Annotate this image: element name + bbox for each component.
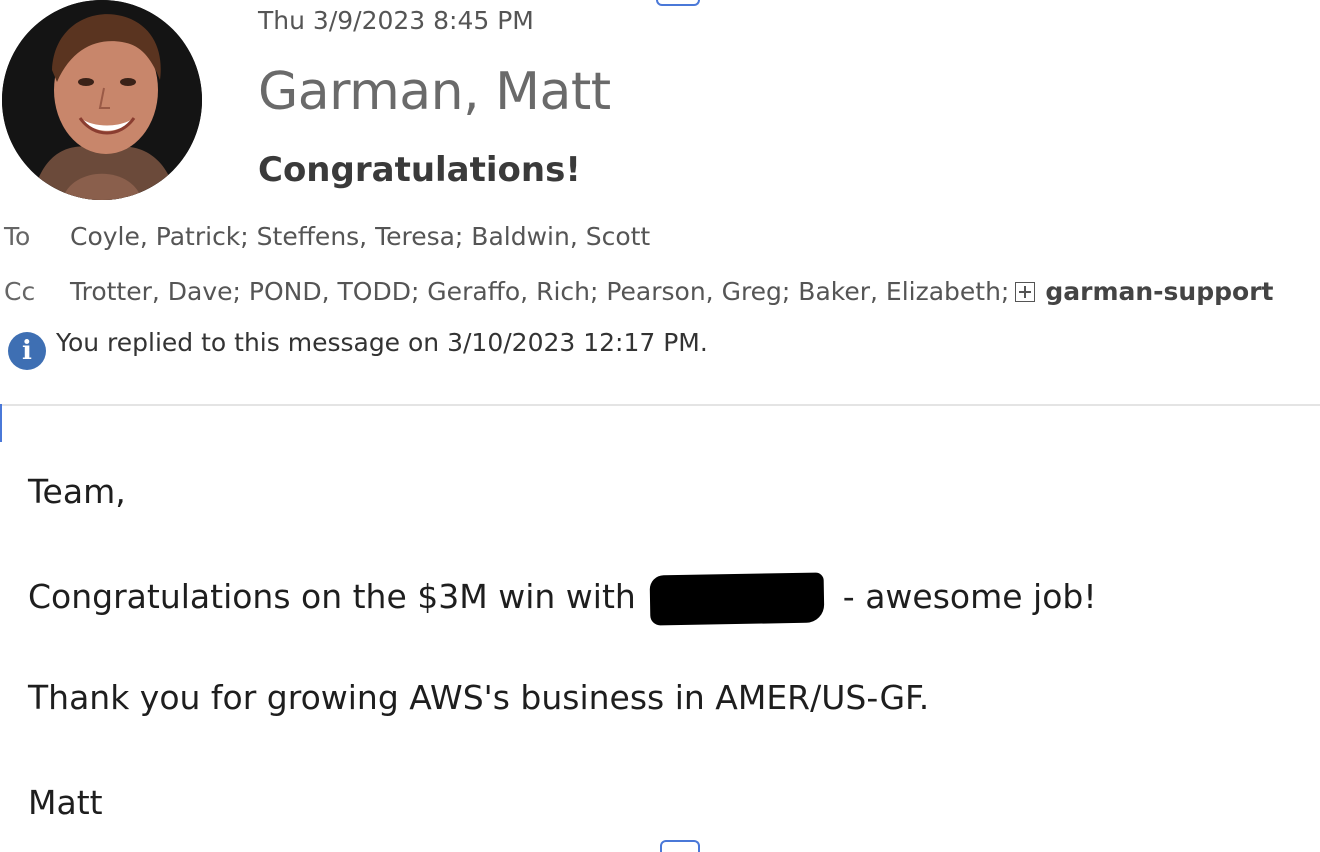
body-line-1-start: Congratulations on the $3M win with	[28, 577, 636, 616]
body-line-1-end: - awesome job!	[842, 577, 1097, 616]
message-datetime: Thu 3/9/2023 8:45 PM	[258, 6, 534, 35]
selection-handle-top	[656, 0, 700, 6]
body-line-2: Thank you for growing AWS's business in …	[28, 678, 930, 717]
selection-handle-bottom	[660, 840, 700, 852]
header-divider	[0, 404, 1320, 406]
cc-group-name[interactable]: garman-support	[1045, 277, 1273, 306]
redaction-mark	[649, 572, 825, 626]
body-signoff: Matt	[28, 783, 103, 822]
info-bar: i You replied to this message on 3/10/202…	[8, 328, 708, 370]
cc-label: Cc	[4, 277, 36, 306]
cc-recipients[interactable]: Trotter, Dave; POND, TODD; Geraffo, Rich…	[70, 277, 1009, 306]
sender-avatar[interactable]	[2, 0, 202, 200]
cc-row: Cc Trotter, Dave; POND, TODD; Geraffo, Ri…	[0, 277, 1273, 306]
expand-group-icon[interactable]	[1015, 282, 1036, 302]
selection-handle-left	[0, 404, 2, 442]
sender-photo	[2, 0, 202, 200]
to-row: To Coyle, Patrick; Steffens, Teresa; Bald…	[0, 222, 650, 251]
info-icon: i	[8, 332, 46, 370]
body-greeting: Team,	[28, 472, 126, 511]
info-bar-text: You replied to this message on 3/10/2023…	[56, 328, 708, 357]
to-label: To	[4, 222, 31, 251]
body-line-1: Congratulations on the $3M win with - aw…	[28, 572, 1097, 626]
to-recipients[interactable]: Coyle, Patrick; Steffens, Teresa; Baldwi…	[70, 222, 650, 251]
message-subject: Congratulations!	[258, 150, 581, 190]
cc-group[interactable]: garman-support	[1015, 277, 1273, 306]
sender-name[interactable]: Garman, Matt	[258, 62, 611, 122]
